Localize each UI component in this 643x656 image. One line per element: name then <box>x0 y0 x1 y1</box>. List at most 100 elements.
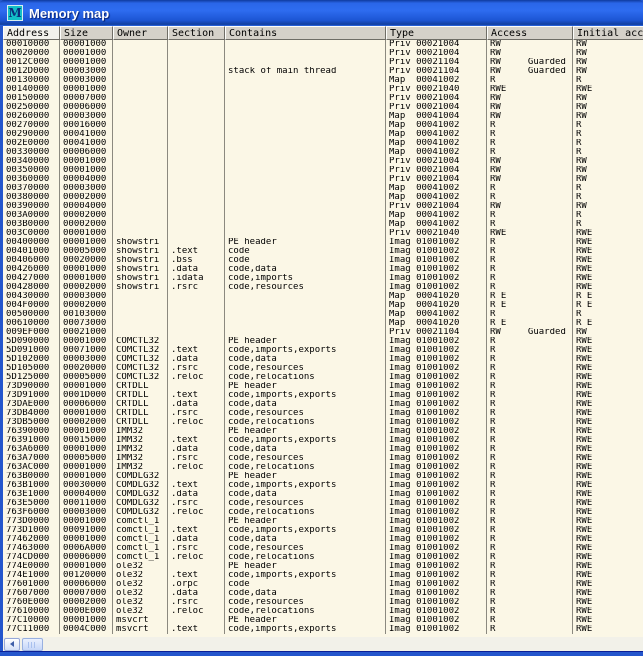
table-row[interactable]: 0026000000003000Map 00041004RWRW <box>3 112 643 121</box>
table-row[interactable]: 0037000000003000Map 00041002RR <box>3 184 643 193</box>
cell-owner: CRTDLL <box>113 391 168 400</box>
column-header-size[interactable]: Size <box>60 26 113 40</box>
cell-section <box>168 427 225 436</box>
cell-access: RW <box>487 166 573 175</box>
table-row[interactable]: 763B100000030000COMDLG32.textcode,import… <box>3 481 643 490</box>
table-row[interactable]: 0035000000001000Priv 00021004RWRW <box>3 166 643 175</box>
table-row[interactable]: 0013000000003000Map 00041002RR <box>3 76 643 85</box>
table-row[interactable]: 009EF00000021000Priv 00021104RW GuardedR… <box>3 328 643 337</box>
column-header-initial-access[interactable]: Initial acc <box>573 26 643 40</box>
table-row[interactable]: 5D12500000005000COMCTL32.reloccode,reloc… <box>3 373 643 382</box>
table-row[interactable]: 7746200000001000comctl_1.datacode,dataIm… <box>3 535 643 544</box>
scroll-left-button[interactable] <box>4 638 20 651</box>
cell-size: 00003000 <box>60 508 113 517</box>
cell-contains: PE header <box>225 616 386 625</box>
table-row[interactable]: 003B000000002000Map 00041002RR <box>3 220 643 229</box>
table-row[interactable]: 0025000000006000Priv 00021004RWRW <box>3 103 643 112</box>
table-row[interactable]: 763A700000005000IMM32.rsrccode,resources… <box>3 454 643 463</box>
table-row[interactable]: 7639000000001000IMM32PE headerImag 01001… <box>3 427 643 436</box>
table-row[interactable]: 002E000000041000Map 00041002RR <box>3 139 643 148</box>
cell-section: .text <box>168 625 225 634</box>
table-row[interactable]: 0043000000003000Map 00041020R ER E <box>3 292 643 301</box>
titlebar[interactable]: M Memory map <box>0 0 643 26</box>
cell-address: 73D91000 <box>3 391 60 400</box>
table-row[interactable]: 0029000000041000Map 00041002RR <box>3 130 643 139</box>
table-row[interactable]: 0042800000002000showstri.rsrccode,resour… <box>3 283 643 292</box>
cell-owner: comctl_1 <box>113 526 168 535</box>
cell-access: R <box>487 553 573 562</box>
column-header-contains[interactable]: Contains <box>225 26 386 40</box>
table-row[interactable]: 763A600000001000IMM32.datacode,dataImag … <box>3 445 643 454</box>
column-header-type[interactable]: Type <box>386 26 487 40</box>
table-row[interactable]: 763F600000003000COMDLG32.reloccode,reloc… <box>3 508 643 517</box>
table-row[interactable]: 763E500000011000COMDLG32.rsrccode,resour… <box>3 499 643 508</box>
table-row[interactable]: 73DB500000002000CRTDLL.reloccode,relocat… <box>3 418 643 427</box>
table-row[interactable]: 0038000000002000Map 00041002RR <box>3 193 643 202</box>
table-row[interactable]: 0039000000004000Priv 00021004RWRW <box>3 202 643 211</box>
cell-owner: showstri <box>113 274 168 283</box>
cell-section <box>168 184 225 193</box>
table-row[interactable]: 774E100000120000ole32.textcode,imports,e… <box>3 571 643 580</box>
cell-size: 00002000 <box>60 211 113 220</box>
table-row[interactable]: 77C110000004C000msvcrt.textcode,imports,… <box>3 625 643 634</box>
table-row[interactable]: 0015000000007000Priv 00021004RWRW <box>3 94 643 103</box>
table-row[interactable]: 0061000000073000Map 00041020R ER E <box>3 319 643 328</box>
cell-address: 003B0000 <box>3 220 60 229</box>
table-row[interactable]: 0012C00000001000Priv 00021104RW GuardedR… <box>3 58 643 67</box>
cell-owner: COMDLG32 <box>113 499 168 508</box>
table-row[interactable]: 0042600000001000showstri.datacode,dataIm… <box>3 265 643 274</box>
cell-type: Map 00041002 <box>386 121 487 130</box>
table-row[interactable]: 003A000000002000Map 00041002RR <box>3 211 643 220</box>
table-row[interactable]: 763AC00000001000IMM32.reloccode,relocati… <box>3 463 643 472</box>
table-row[interactable]: 5D09000000001000COMCTL32PE headerImag 01… <box>3 337 643 346</box>
table-row[interactable]: 5D10200000003000COMCTL32.datacode,dataIm… <box>3 355 643 364</box>
table-row[interactable]: 0001000000001000Priv 00021004RWRW <box>3 40 643 49</box>
column-header-owner[interactable]: Owner <box>113 26 168 40</box>
cell-address: 009EF000 <box>3 328 60 337</box>
scrollbar-thumb[interactable] <box>22 638 43 651</box>
table-row[interactable]: 773D100000091000comctl_1.textcode,import… <box>3 526 643 535</box>
table-row[interactable]: 77C1000000001000msvcrtPE headerImag 0100… <box>3 616 643 625</box>
horizontal-scrollbar[interactable] <box>3 637 643 651</box>
table-row[interactable]: 774E000000001000ole32PE headerImag 01001… <box>3 562 643 571</box>
column-header-address[interactable]: Address <box>3 26 60 40</box>
table-row[interactable]: 7760E00000002000ole32.rsrccode,resources… <box>3 598 643 607</box>
cell-address: 004F0000 <box>3 301 60 310</box>
table-row[interactable]: 0014000000001000Priv 00021040RWERWE <box>3 85 643 94</box>
table-row[interactable]: 73D9000000001000CRTDLLPE headerImag 0100… <box>3 382 643 391</box>
table-row[interactable]: 774630000006A000comctl_1.rsrccode,resour… <box>3 544 643 553</box>
table-row[interactable]: 0012D00000003000stack of main threadPriv… <box>3 67 643 76</box>
table-row[interactable]: 0033000000006000Map 00041002RR <box>3 148 643 157</box>
table-row[interactable]: 73D910000001D000CRTDLL.textcode,imports,… <box>3 391 643 400</box>
table-row[interactable]: 7760700000007000ole32.datacode,dataImag … <box>3 589 643 598</box>
table-row[interactable]: 0040600000020000showstri.bsscodeImag 010… <box>3 256 643 265</box>
cell-owner <box>113 139 168 148</box>
cell-contains: PE header <box>225 337 386 346</box>
table-row[interactable]: 0042700000001000showstri.idatacode,impor… <box>3 274 643 283</box>
table-row[interactable]: 763B000000001000COMDLG32PE headerImag 01… <box>3 472 643 481</box>
table-row[interactable]: 0027000000016000Map 00041002RR <box>3 121 643 130</box>
table-row[interactable]: 7639100000015000IMM32.textcode,imports,e… <box>3 436 643 445</box>
table-row[interactable]: 773D000000001000comctl_1PE headerImag 01… <box>3 517 643 526</box>
table-row[interactable]: 0040100000005000showstri.textcodeImag 01… <box>3 247 643 256</box>
column-header-section[interactable]: Section <box>168 26 225 40</box>
column-header-access[interactable]: Access <box>487 26 573 40</box>
table-row[interactable]: 004F000000002000Map 00041020R ER E <box>3 301 643 310</box>
table-row[interactable]: 5D10500000020000COMCTL32.rsrccode,resour… <box>3 364 643 373</box>
table-row[interactable]: 003C000000001000Priv 00021040RWERWE <box>3 229 643 238</box>
table-row[interactable]: 763E100000004000COMDLG32.datacode,dataIm… <box>3 490 643 499</box>
table-row[interactable]: 774CD00000006000comctl_1.reloccode,reloc… <box>3 553 643 562</box>
table-row[interactable]: 0002000000001000Priv 00021004RWRW <box>3 49 643 58</box>
table-row[interactable]: 73DB400000001000CRTDLL.rsrccode,resource… <box>3 409 643 418</box>
cell-owner <box>113 85 168 94</box>
table-row[interactable]: 776100000000E000ole32.reloccode,relocati… <box>3 607 643 616</box>
table-row[interactable]: 0050000000103000Map 00041002RR <box>3 310 643 319</box>
table-row[interactable]: 0040000000001000showstriPE headerImag 01… <box>3 238 643 247</box>
table-row[interactable]: 73DAE00000006000CRTDLL.datacode,dataImag… <box>3 400 643 409</box>
cell-type: Imag 01001002 <box>386 391 487 400</box>
table-row[interactable]: 0036000000004000Priv 00021004RWRW <box>3 175 643 184</box>
table-row[interactable]: 5D09100000071000COMCTL32.textcode,import… <box>3 346 643 355</box>
table-row[interactable]: 7760100000006000ole32.orpccodeImag 01001… <box>3 580 643 589</box>
cell-owner: COMDLG32 <box>113 472 168 481</box>
table-row[interactable]: 0034000000001000Priv 00021004RWRW <box>3 157 643 166</box>
